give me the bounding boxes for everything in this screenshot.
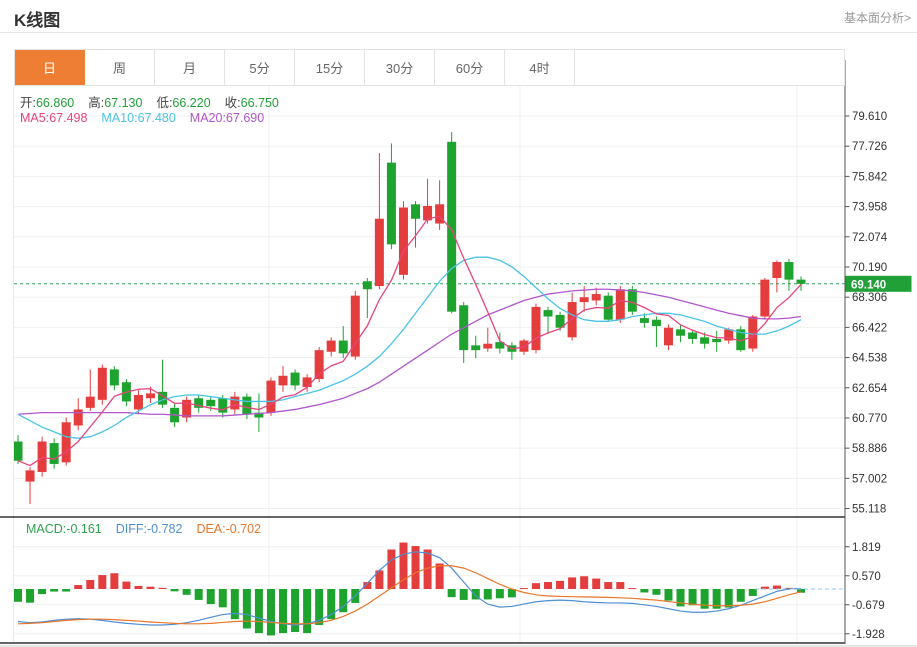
macd-info-row: MACD:-0.161 DIFF:-0.782 DEA:-0.702	[26, 522, 275, 536]
price-tick-label: 68.306	[852, 292, 887, 304]
info-label: 开:	[20, 96, 36, 110]
ma-row-item: MA10:67.480	[101, 111, 175, 125]
macd-tick-label: 1.819	[852, 542, 881, 554]
info-label: MA20:	[190, 111, 226, 125]
info-value: -0.702	[226, 522, 261, 536]
info-value: 67.130	[104, 96, 142, 110]
ohlc-row-item: 高:67.130	[88, 96, 142, 110]
price-tick-label: 62.654	[852, 383, 888, 395]
info-label: DIFF:	[116, 522, 147, 536]
info-value: 67.498	[49, 111, 87, 125]
macd-row-item: MACD:-0.161	[26, 522, 102, 536]
ma-row-item: MA20:67.690	[190, 111, 264, 125]
info-value: 66.220	[172, 96, 210, 110]
price-tick-label: 72.074	[852, 232, 888, 244]
ohlc-row-item: 开:66.860	[20, 96, 74, 110]
widget-header: K线图 基本面分析>	[0, 0, 917, 33]
price-tick-label: 55.118	[852, 504, 886, 516]
chart-plot-area[interactable]	[14, 86, 845, 644]
ohlc-row-item: 收:66.750	[225, 96, 279, 110]
macd-tick-label: 0.570	[852, 571, 881, 583]
current-price-badge: 69.140	[846, 276, 912, 292]
timeframe-tabs: 日周月5分15分30分60分4时	[14, 49, 845, 86]
tab-月[interactable]: 月	[155, 50, 225, 85]
info-value: 66.750	[241, 96, 279, 110]
tab-60分[interactable]: 60分	[435, 50, 505, 85]
macd-tick-label: -1.928	[852, 629, 885, 641]
price-tick-label: 64.538	[852, 353, 887, 365]
info-label: 收:	[225, 96, 241, 110]
fundamental-analysis-link[interactable]: 基本面分析>	[844, 9, 911, 26]
kline-widget: 79.610 77.726 75.842 73.958 72.074 70.190 68.3…	[0, 0, 917, 647]
price-tick-label: 58.886	[852, 443, 887, 455]
tab-15分[interactable]: 15分	[295, 50, 365, 85]
info-value: 67.480	[138, 111, 176, 125]
price-tick-label: 73.958	[852, 202, 887, 214]
price-axis: 79.610 77.726 75.842 73.958 72.074 70.190 68.3…	[845, 111, 888, 641]
price-tick-label: 60.770	[852, 413, 887, 425]
price-tick-label: 66.422	[852, 322, 887, 334]
price-tick-label: 75.842	[852, 171, 887, 183]
tab-4时[interactable]: 4时	[505, 50, 575, 85]
info-value: -0.782	[147, 522, 182, 536]
info-label: MACD:	[26, 522, 66, 536]
price-tick-label: 77.726	[852, 141, 887, 153]
info-label: 高:	[88, 96, 104, 110]
price-tick-label: 70.190	[852, 262, 887, 274]
ma-row-item: MA5:67.498	[20, 111, 87, 125]
ohlc-row-item: 低:66.220	[156, 96, 210, 110]
price-tick-label: 79.610	[852, 111, 887, 123]
macd-tick-label: -0.679	[852, 600, 885, 612]
macd-row-item: DEA:-0.702	[196, 522, 261, 536]
info-value: -0.161	[66, 522, 101, 536]
tab-周[interactable]: 周	[85, 50, 155, 85]
info-label: DEA:	[196, 522, 225, 536]
info-label: MA10:	[101, 111, 137, 125]
info-label: MA5:	[20, 111, 49, 125]
ma-info-row: MA5:67.498 MA10:67.480 MA20:67.690	[20, 111, 278, 125]
price-tick-label: 57.002	[852, 473, 887, 485]
tab-5分[interactable]: 5分	[225, 50, 295, 85]
info-value: 66.860	[36, 96, 74, 110]
ohlc-info-row: 开:66.860 高:67.130 低:66.220 收:66.750	[20, 92, 293, 111]
tab-日[interactable]: 日	[15, 50, 85, 85]
page-title: K线图	[14, 6, 60, 31]
info-value: 67.690	[226, 111, 264, 125]
current-price-value: 69.140	[851, 279, 886, 291]
macd-row-item: DIFF:-0.782	[116, 522, 183, 536]
info-label: 低:	[156, 96, 172, 110]
tab-30分[interactable]: 30分	[365, 50, 435, 85]
